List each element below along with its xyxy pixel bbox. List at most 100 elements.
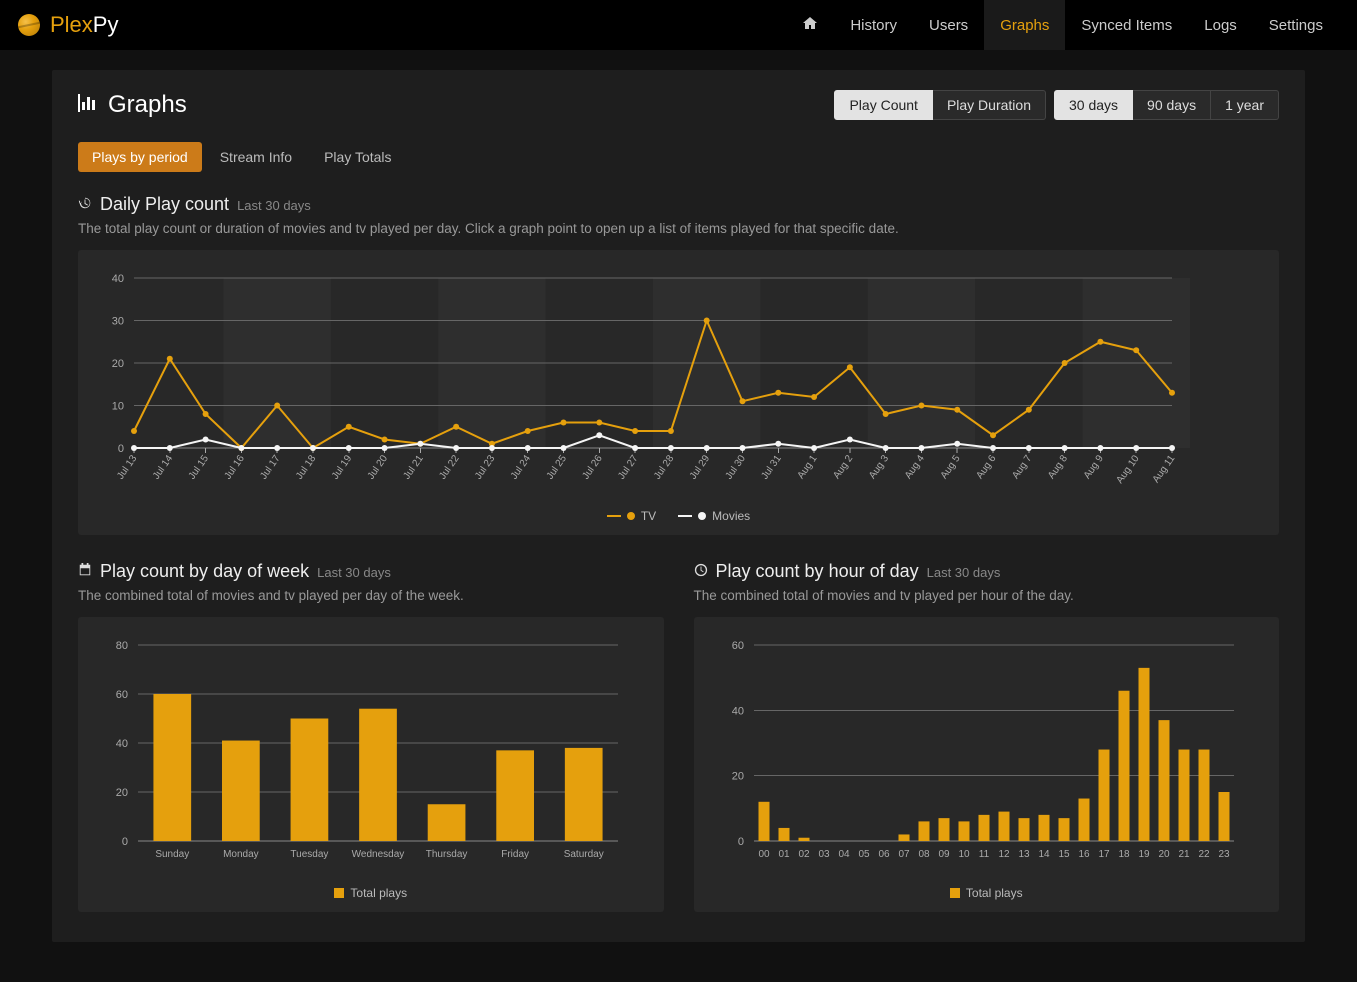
tabs: Plays by period Stream Info Play Totals	[78, 142, 1279, 172]
navbar: PlexPy History Users Graphs Synced Items…	[0, 0, 1357, 50]
svg-text:0: 0	[118, 443, 124, 455]
svg-text:80: 80	[116, 640, 128, 652]
svg-text:09: 09	[938, 849, 950, 860]
range-30-button[interactable]: 30 days	[1054, 90, 1133, 120]
svg-text:19: 19	[1138, 849, 1150, 860]
svg-text:16: 16	[1078, 849, 1090, 860]
section-desc: The combined total of movies and tv play…	[694, 588, 1280, 603]
svg-text:Jul 29: Jul 29	[688, 453, 713, 482]
svg-text:Jul 23: Jul 23	[473, 453, 498, 482]
brand[interactable]: PlexPy	[18, 12, 118, 38]
svg-text:Aug 1: Aug 1	[796, 453, 820, 481]
nav-label: Settings	[1269, 17, 1323, 34]
svg-text:Monday: Monday	[223, 849, 259, 860]
hod-chart-card: 0204060000102030405060708091011121314151…	[694, 617, 1280, 912]
hod-legend: Total plays	[708, 886, 1266, 900]
svg-text:Aug 2: Aug 2	[831, 453, 855, 481]
svg-text:13: 13	[1018, 849, 1030, 860]
svg-text:0: 0	[122, 836, 128, 848]
nav-users[interactable]: Users	[913, 0, 984, 50]
svg-text:11: 11	[978, 849, 989, 860]
svg-text:Jul 21: Jul 21	[401, 453, 426, 482]
home-icon	[802, 15, 818, 35]
clock-icon	[694, 563, 708, 580]
main-panel: Graphs Play Count Play Duration 30 days …	[52, 70, 1305, 942]
history-icon	[78, 196, 92, 213]
dow-legend: Total plays	[92, 886, 650, 900]
svg-text:20: 20	[116, 787, 128, 799]
svg-text:40: 40	[731, 705, 743, 717]
page-title-text: Graphs	[108, 91, 187, 119]
svg-text:Saturday: Saturday	[564, 849, 604, 860]
nav-synced[interactable]: Synced Items	[1065, 0, 1188, 50]
svg-text:Jul 15: Jul 15	[187, 453, 212, 482]
svg-text:06: 06	[878, 849, 890, 860]
nav-home[interactable]	[786, 0, 834, 50]
svg-text:Aug 10: Aug 10	[1114, 453, 1141, 486]
svg-text:02: 02	[798, 849, 810, 860]
svg-text:60: 60	[116, 689, 128, 701]
range-toggle: 30 days 90 days 1 year	[1054, 90, 1279, 120]
legend-total[interactable]: Total plays	[950, 886, 1023, 900]
dow-section: Play count by day of week Last 30 days T…	[78, 561, 664, 912]
bar-chart-icon	[78, 94, 98, 117]
svg-text:Jul 27: Jul 27	[616, 453, 641, 482]
daily-chart[interactable]: 010203040Jul 13Jul 14Jul 15Jul 16Jul 17J…	[92, 268, 1192, 498]
svg-text:10: 10	[112, 401, 124, 413]
svg-text:Jul 28: Jul 28	[652, 453, 677, 482]
play-count-button[interactable]: Play Count	[834, 90, 932, 120]
svg-text:15: 15	[1058, 849, 1070, 860]
nav-history[interactable]: History	[834, 0, 913, 50]
svg-text:40: 40	[112, 273, 124, 285]
nav-settings[interactable]: Settings	[1253, 0, 1339, 50]
svg-text:17: 17	[1098, 849, 1110, 860]
svg-text:Jul 26: Jul 26	[580, 453, 605, 482]
svg-text:Jul 18: Jul 18	[294, 453, 319, 482]
brand-text-right: Py	[93, 12, 119, 38]
legend-movies[interactable]: Movies	[678, 509, 750, 523]
svg-text:21: 21	[1178, 849, 1190, 860]
svg-text:Wednesday: Wednesday	[352, 849, 405, 860]
legend-total[interactable]: Total plays	[334, 886, 407, 900]
tab-plays-by-period[interactable]: Plays by period	[78, 142, 202, 172]
dow-chart-card: 020406080SundayMondayTuesdayWednesdayThu…	[78, 617, 664, 912]
svg-text:07: 07	[898, 849, 910, 860]
svg-text:Jul 30: Jul 30	[724, 453, 749, 482]
nav-label: Logs	[1204, 17, 1237, 34]
nav-label: Graphs	[1000, 17, 1049, 34]
svg-text:Jul 24: Jul 24	[509, 453, 534, 482]
svg-text:Jul 25: Jul 25	[545, 453, 570, 482]
svg-text:20: 20	[731, 771, 743, 783]
nav-label: Synced Items	[1081, 17, 1172, 34]
legend-tv[interactable]: TV	[607, 509, 656, 523]
calendar-icon	[78, 563, 92, 580]
svg-text:18: 18	[1118, 849, 1130, 860]
svg-text:04: 04	[838, 849, 850, 860]
range-1y-button[interactable]: 1 year	[1211, 90, 1279, 120]
svg-text:0: 0	[737, 836, 743, 848]
play-duration-button[interactable]: Play Duration	[933, 90, 1046, 120]
tab-play-totals[interactable]: Play Totals	[310, 142, 405, 172]
svg-text:20: 20	[112, 358, 124, 370]
svg-text:Aug 5: Aug 5	[939, 453, 963, 481]
section-title-text: Play count by day of week	[100, 561, 309, 582]
svg-text:Jul 14: Jul 14	[151, 453, 176, 482]
tab-stream-info[interactable]: Stream Info	[206, 142, 306, 172]
svg-text:Jul 20: Jul 20	[366, 453, 391, 482]
section-desc: The combined total of movies and tv play…	[78, 588, 664, 603]
nav-graphs[interactable]: Graphs	[984, 0, 1065, 50]
svg-text:22: 22	[1198, 849, 1210, 860]
svg-text:Jul 16: Jul 16	[223, 453, 248, 482]
svg-text:Friday: Friday	[501, 849, 529, 860]
nav-logs[interactable]: Logs	[1188, 0, 1253, 50]
hod-section: Play count by hour of day Last 30 days T…	[694, 561, 1280, 912]
svg-text:Thursday: Thursday	[426, 849, 468, 860]
range-90-button[interactable]: 90 days	[1133, 90, 1211, 120]
svg-text:40: 40	[116, 738, 128, 750]
page-title: Graphs	[78, 91, 187, 119]
hod-chart[interactable]: 0204060000102030405060708091011121314151…	[708, 635, 1248, 875]
metric-toggle: Play Count Play Duration	[834, 90, 1046, 120]
section-title-text: Play count by hour of day	[716, 561, 919, 582]
dow-chart[interactable]: 020406080SundayMondayTuesdayWednesdayThu…	[92, 635, 632, 875]
section-subtitle: Last 30 days	[927, 565, 1001, 580]
